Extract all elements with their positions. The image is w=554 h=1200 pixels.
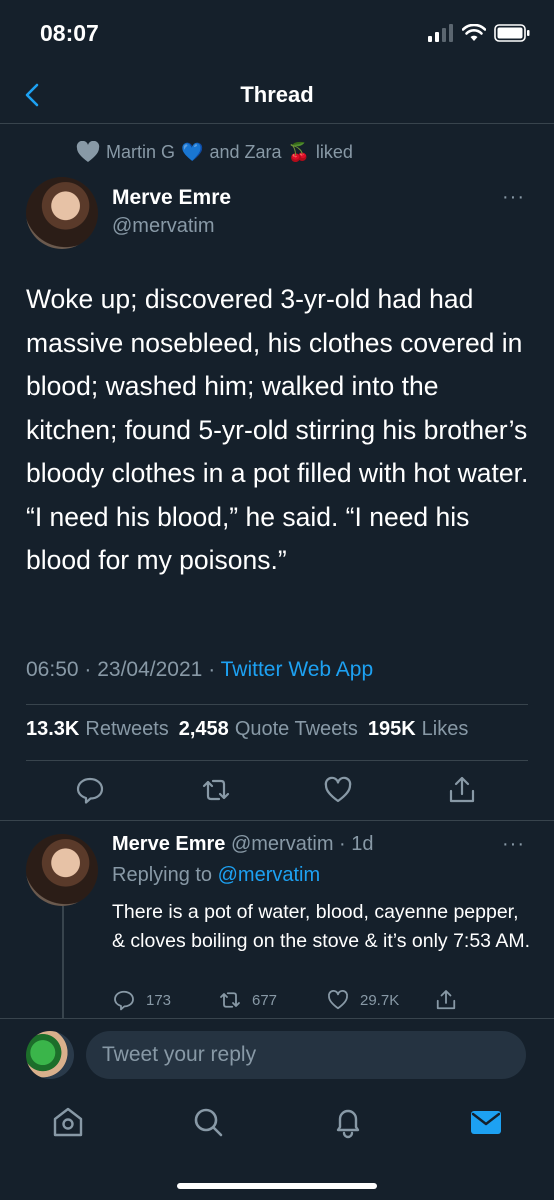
reply-retweet-button[interactable]: 677 <box>218 988 277 1012</box>
battery-icon <box>494 24 530 42</box>
divider <box>26 760 528 761</box>
wifi-icon <box>462 24 486 41</box>
reply-age: 1d <box>351 833 374 855</box>
reply-author-avatar[interactable] <box>26 834 98 906</box>
reply-like-button[interactable]: 29.7K <box>326 988 399 1012</box>
meta-separator: · <box>333 833 352 855</box>
retweets-label: Retweets <box>85 718 169 740</box>
home-indicator <box>177 1183 377 1189</box>
retweets-count: 13.3K <box>26 718 80 740</box>
retweets-stat[interactable]: 13.3K Retweets <box>26 718 169 741</box>
quotes-label: Quote Tweets <box>234 718 358 740</box>
author-name[interactable]: Merve Emre <box>112 186 231 210</box>
author-handle[interactable]: @mervatim <box>112 215 215 238</box>
heart-icon <box>76 141 100 162</box>
meta-separator: · <box>84 658 98 681</box>
replying-to: Replying to @mervatim <box>112 864 320 887</box>
divider <box>26 704 528 705</box>
meta-separator: · <box>208 658 221 681</box>
nav-bar: Thread <box>0 66 554 124</box>
reply-icon <box>76 777 104 804</box>
status-time: 08:07 <box>40 20 99 46</box>
reply-button[interactable] <box>74 774 106 806</box>
tweet-date: 23/04/2021 <box>97 658 203 681</box>
social-context[interactable]: Martin G 💙 and Zara 🍒 liked <box>76 138 353 166</box>
tweet-source-link[interactable]: Twitter Web App <box>221 658 374 681</box>
tweet-meta: 06:50 · 23/04/2021 · Twitter Web App <box>26 658 373 682</box>
compose-bar: Tweet your reply <box>0 1018 554 1094</box>
reply-author-name: Merve Emre <box>112 833 226 855</box>
tweet-time: 06:50 <box>26 658 79 681</box>
reply-header[interactable]: Merve Emre @mervatim · 1d <box>112 833 374 856</box>
quotes-stat[interactable]: 2,458 Quote Tweets <box>179 718 358 741</box>
social-context-liked: liked <box>315 141 353 162</box>
like-icon <box>327 989 349 1010</box>
share-icon <box>449 776 475 803</box>
replying-to-label: Replying to <box>112 864 213 886</box>
like-icon <box>324 776 352 803</box>
cherries-emoji: 🍒 <box>287 141 310 162</box>
replying-to-link[interactable]: @mervatim <box>218 864 321 886</box>
quotes-count: 2,458 <box>178 718 229 740</box>
divider <box>0 820 554 821</box>
reply-reply-count: 173 <box>146 991 172 1009</box>
tweet-text: Woke up; discovered 3-yr-old had had mas… <box>26 284 529 575</box>
retweet-icon <box>202 779 230 801</box>
blue-heart-emoji: 💙 <box>181 141 204 162</box>
reply-share-button[interactable] <box>434 988 458 1012</box>
more-icon[interactable]: ··· <box>502 186 525 209</box>
reply-input[interactable]: Tweet your reply <box>86 1031 526 1079</box>
user-avatar[interactable] <box>26 1031 74 1079</box>
status-icons <box>428 22 530 44</box>
share-button[interactable] <box>446 774 478 806</box>
retweet-button[interactable] <box>200 774 232 806</box>
reply-retweet-count: 677 <box>252 991 278 1009</box>
like-button[interactable] <box>322 774 354 806</box>
tweet-action-bar <box>0 774 554 810</box>
reply-reply-button[interactable]: 173 <box>112 988 171 1012</box>
more-icon[interactable]: ··· <box>502 833 525 856</box>
tab-search[interactable] <box>190 1104 226 1140</box>
reply-like-count: 29.7K <box>360 991 400 1009</box>
reply-author-handle: @mervatim <box>230 833 334 855</box>
home-icon <box>53 1107 83 1137</box>
share-icon <box>436 990 456 1010</box>
search-icon <box>194 1108 223 1137</box>
likes-count: 195K <box>367 718 416 740</box>
author-avatar[interactable] <box>26 177 98 249</box>
tab-home[interactable] <box>50 1104 86 1140</box>
reply-text: There is a pot of water, blood, cayenne … <box>112 901 531 952</box>
notifications-icon <box>336 1109 360 1139</box>
retweet-icon <box>220 992 240 1008</box>
tab-messages[interactable] <box>468 1104 504 1140</box>
social-context-name-1: Martin G <box>106 141 176 162</box>
tab-notifications[interactable] <box>330 1104 366 1140</box>
likes-stat[interactable]: 195K Likes <box>368 718 469 741</box>
signal-icon <box>428 24 453 42</box>
page-title: Thread <box>240 82 314 107</box>
reply-icon <box>114 990 134 1011</box>
reply-action-bar: 173 677 29.7K <box>0 988 554 1018</box>
social-context-name-2: and Zara <box>209 141 282 162</box>
tweet-stats: 13.3K Retweets 2,458 Quote Tweets 195K L… <box>26 718 468 741</box>
messages-icon <box>471 1111 501 1134</box>
status-bar: 08:07 <box>0 0 554 66</box>
likes-label: Likes <box>421 718 469 740</box>
